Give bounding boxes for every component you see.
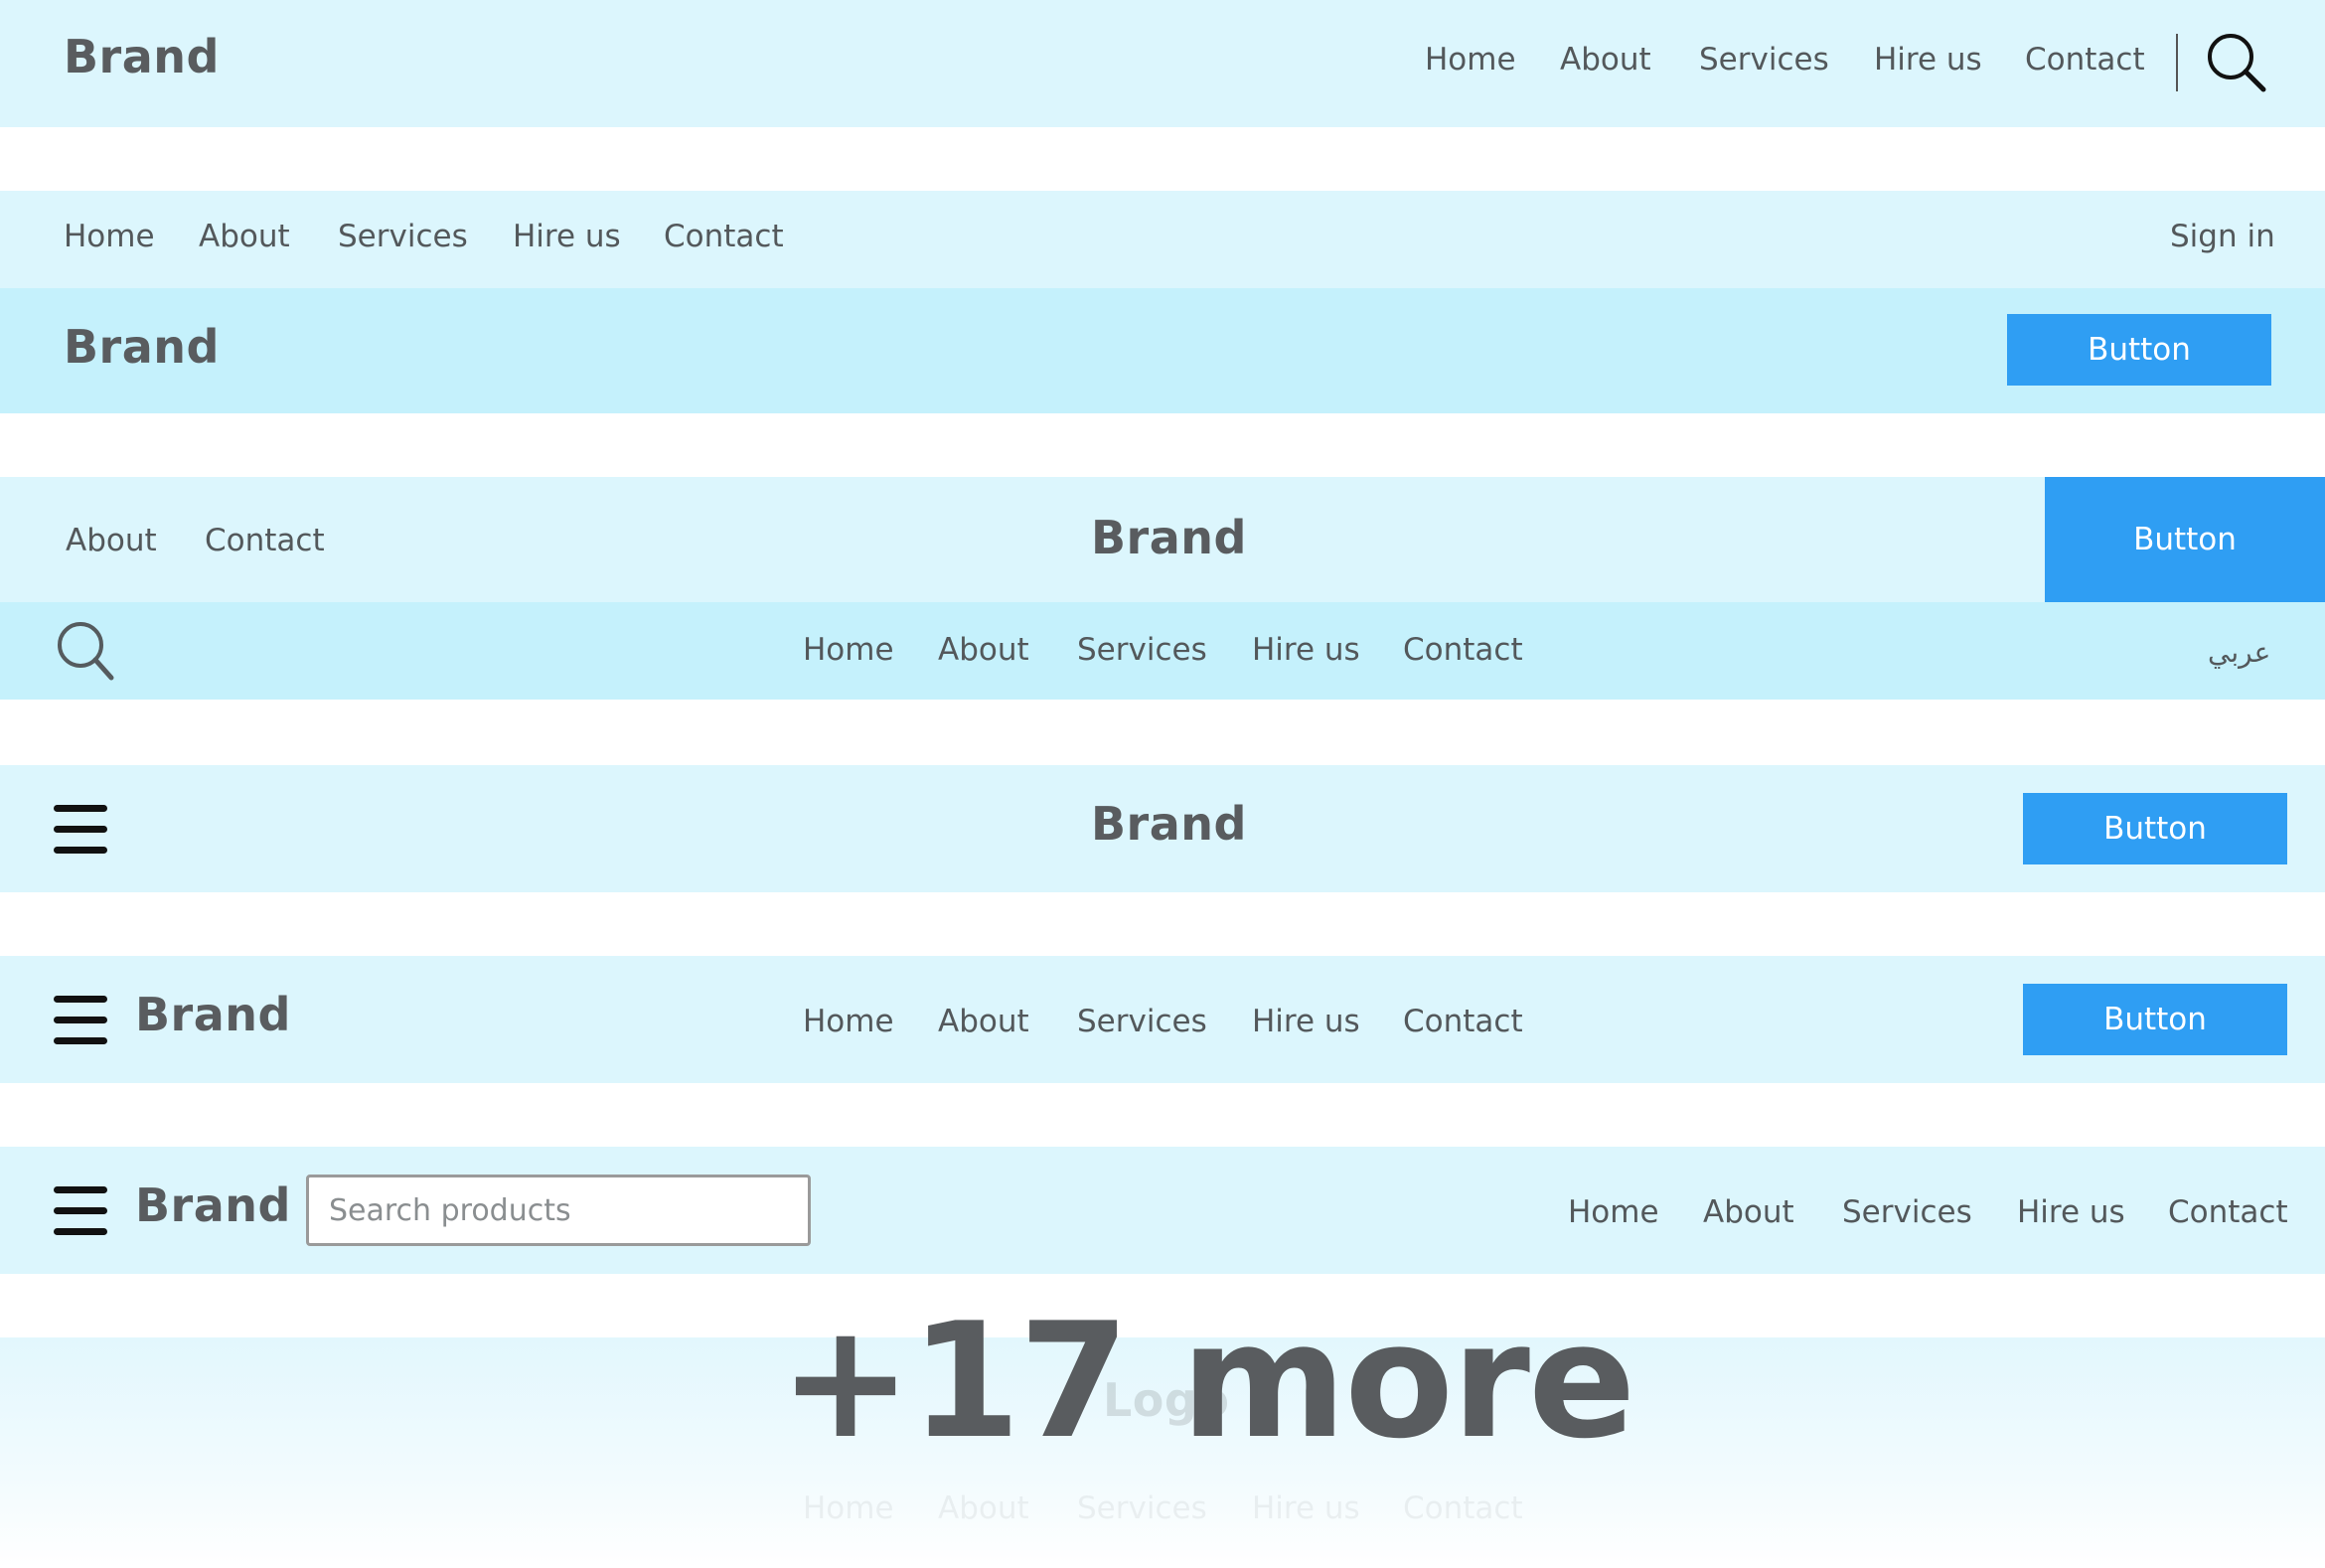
nav-link-about: About — [938, 1490, 1029, 1526]
nav-link-home[interactable]: Home — [64, 219, 155, 254]
nav-link-about[interactable]: About — [66, 523, 157, 558]
nav-link-contact: Contact — [1403, 1490, 1523, 1526]
navbar-3-top: About Contact Brand Button — [0, 477, 2325, 602]
brand-logo[interactable]: Brand — [1091, 511, 1247, 564]
brand-logo[interactable]: Brand — [135, 1178, 291, 1232]
nav-link-about[interactable]: About — [1560, 42, 1651, 78]
nav-link-contact[interactable]: Contact — [664, 219, 784, 254]
navbar-1: Brand Home About Services Hire us Contac… — [0, 0, 2325, 127]
brand-logo[interactable]: Brand — [1091, 797, 1247, 851]
nav-link-contact[interactable]: Contact — [2025, 42, 2145, 78]
brand-logo[interactable]: Brand — [64, 30, 220, 83]
nav-link-about[interactable]: About — [938, 632, 1029, 668]
hamburger-menu-icon[interactable] — [54, 805, 107, 855]
search-input[interactable]: Search products — [306, 1175, 811, 1246]
nav-link-home[interactable]: Home — [1425, 42, 1516, 78]
nav-link-hire-us[interactable]: Hire us — [1874, 42, 1982, 78]
navbar-6: Brand Search products Home About Service… — [0, 1147, 2325, 1274]
nav-link-contact[interactable]: Contact — [1403, 1004, 1523, 1039]
cta-button[interactable]: Button — [2023, 793, 2287, 864]
brand-logo[interactable]: Brand — [64, 320, 220, 374]
search-placeholder: Search products — [329, 1192, 571, 1228]
nav-link-home[interactable]: Home — [803, 1004, 894, 1039]
navbar-4: Brand Button — [0, 765, 2325, 892]
cta-button[interactable]: Button — [2023, 984, 2287, 1055]
more-count-label: +17 more — [779, 1288, 1635, 1474]
nav-link-home[interactable]: Home — [1568, 1194, 1659, 1230]
hamburger-menu-icon[interactable] — [54, 996, 107, 1045]
nav-link-services[interactable]: Services — [1699, 42, 1829, 78]
nav-link-contact[interactable]: Contact — [205, 523, 325, 558]
cta-button[interactable]: Button — [2007, 314, 2271, 386]
nav-link-hire-us: Hire us — [1252, 1490, 1360, 1526]
navbar-3-bottom: Home About Services Hire us Contact عربي — [0, 602, 2325, 700]
language-switch[interactable]: عربي — [2208, 636, 2270, 669]
cta-button[interactable]: Button — [2045, 477, 2325, 602]
nav-link-services[interactable]: Services — [338, 219, 468, 254]
navbar-2-bottom: Brand Button — [0, 288, 2325, 413]
navbar-2-top: Home About Services Hire us Contact Sign… — [0, 191, 2325, 288]
search-icon[interactable] — [56, 620, 115, 682]
nav-link-home: Home — [803, 1490, 894, 1526]
nav-link-services[interactable]: Services — [1077, 632, 1207, 668]
brand-logo[interactable]: Brand — [135, 988, 291, 1041]
navbar-5: Brand Home About Services Hire us Contac… — [0, 956, 2325, 1083]
search-icon[interactable] — [2206, 32, 2267, 93]
nav-link-contact[interactable]: Contact — [1403, 632, 1523, 668]
nav-link-hire-us[interactable]: Hire us — [513, 219, 621, 254]
nav-link-hire-us[interactable]: Hire us — [1252, 632, 1360, 668]
nav-link-about[interactable]: About — [1703, 1194, 1794, 1230]
nav-link-hire-us[interactable]: Hire us — [2017, 1194, 2125, 1230]
nav-link-services: Services — [1077, 1490, 1207, 1526]
nav-link-about[interactable]: About — [199, 219, 290, 254]
nav-link-about[interactable]: About — [938, 1004, 1029, 1039]
nav-link-services[interactable]: Services — [1842, 1194, 1972, 1230]
nav-divider — [2176, 34, 2178, 91]
navbar-gallery: Brand Home About Services Hire us Contac… — [0, 0, 2325, 1568]
nav-link-contact[interactable]: Contact — [2168, 1194, 2288, 1230]
nav-link-services[interactable]: Services — [1077, 1004, 1207, 1039]
nav-link-hire-us[interactable]: Hire us — [1252, 1004, 1360, 1039]
sign-in-link[interactable]: Sign in — [2170, 219, 2275, 254]
hamburger-menu-icon[interactable] — [54, 1186, 107, 1236]
nav-link-home[interactable]: Home — [803, 632, 894, 668]
